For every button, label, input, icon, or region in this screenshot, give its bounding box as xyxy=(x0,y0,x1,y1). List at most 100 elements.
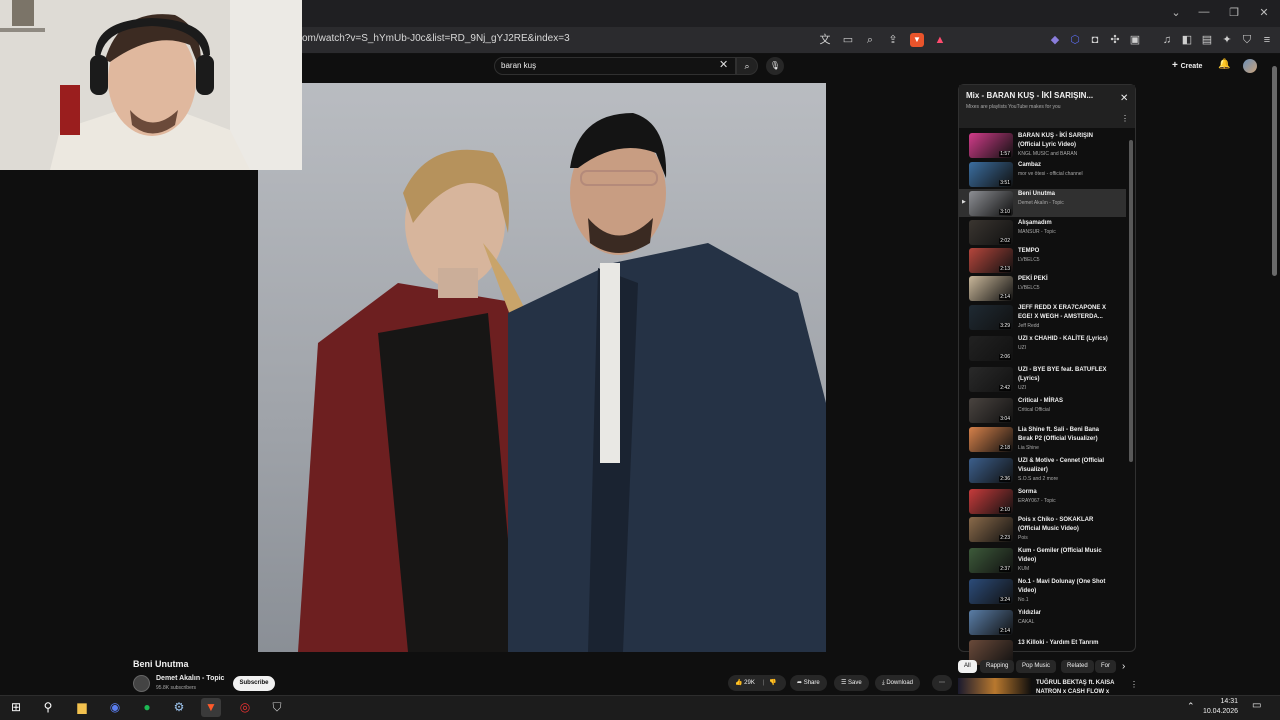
chip-rapping[interactable]: Rapping xyxy=(980,660,1015,673)
sidebar-icon[interactable]: ◧ xyxy=(1180,33,1194,47)
url-text[interactable]: om/watch?v=S_hYmUb-J0c&list=RD_9Nj_gYJ2R… xyxy=(302,33,570,44)
playlist-item-thumbnail[interactable]: 3:04 xyxy=(969,398,1013,423)
playlist-item-title[interactable]: Yıldızlar xyxy=(1018,609,1108,618)
channel-avatar[interactable] xyxy=(133,675,150,692)
steam-icon[interactable]: ⚙ xyxy=(169,698,189,717)
playlist-item-title[interactable]: Critical - MİRAS xyxy=(1018,397,1108,406)
playlist-item-title[interactable]: Sorma xyxy=(1018,488,1108,497)
tab-list-chevron-icon[interactable]: ⌄ xyxy=(1168,6,1184,19)
playlist-item-thumbnail[interactable]: 2:13 xyxy=(969,248,1013,273)
close-window-icon[interactable]: ✕ xyxy=(1256,6,1272,19)
playlist-item-thumbnail[interactable]: 2:10 xyxy=(969,489,1013,514)
playlist-item-title[interactable]: UZI - BYE BYE feat. BATUFLEX (Lyrics) xyxy=(1018,366,1108,384)
maximize-icon[interactable]: ❐ xyxy=(1226,6,1242,19)
chip-pop-music[interactable]: Pop Music xyxy=(1016,660,1057,673)
playlist-item-thumbnail[interactable]: 3:10 xyxy=(969,191,1013,216)
playlist-item[interactable]: 2:06 UZI x CHAHID - KALİTE (Lyrics) UZI xyxy=(959,334,1126,362)
playlist-item-thumbnail[interactable]: 2:18 xyxy=(969,427,1013,452)
playlist-title[interactable]: Mix - BARAN KUŞ - İKİ SARIŞIN... xyxy=(966,91,1106,100)
playlist-item-thumbnail[interactable]: 2:02 xyxy=(969,220,1013,245)
channel-name[interactable]: Demet Akalın - Topic xyxy=(156,675,224,682)
playlist-item[interactable]: 3:51 Cambaz mor ve ötesi - official channe… xyxy=(959,160,1126,188)
taskbar-search-icon[interactable]: ⚲ xyxy=(38,698,58,717)
playlist-item-thumbnail[interactable]: 2:36 xyxy=(969,458,1013,483)
sparkle-icon[interactable]: ✦ xyxy=(1220,33,1234,47)
playlist-item-title[interactable]: Kum - Gemiler (Official Music Video) xyxy=(1018,547,1108,565)
playlist-item-title[interactable]: Alışamadım xyxy=(1018,219,1108,228)
notification-center-icon[interactable]: ▭ xyxy=(1252,700,1261,711)
playlist-item-thumbnail[interactable]: 2:14 xyxy=(969,276,1013,301)
shield-vpn-icon[interactable]: ⛉ xyxy=(1240,33,1254,47)
playlist-item[interactable]: 3:24 No.1 - Mavi Dolunay (One Shot Video)… xyxy=(959,577,1126,605)
playlist-item-title[interactable]: Lia Shine ft. Sali - Beni Bana Bırak P2 … xyxy=(1018,426,1108,444)
screenshot-icon[interactable]: ▣ xyxy=(1128,33,1142,47)
playlist-item[interactable]: 3:04 Critical - MİRAS Critical Official xyxy=(959,396,1126,424)
playlist-item-title[interactable]: UZI & Motive - Cennet (Official Visualiz… xyxy=(1018,457,1108,475)
playlist-item[interactable]: 3:29 JEFF REDD X ERA7CAPONE X EGE! X WEGH… xyxy=(959,303,1126,331)
create-button[interactable]: + Create xyxy=(1172,60,1202,71)
translate-icon[interactable]: 文 xyxy=(818,33,832,47)
download-button[interactable]: ⤓ Download xyxy=(875,675,921,691)
leo-ai-icon[interactable]: ◆ xyxy=(1048,33,1062,47)
chip-for[interactable]: For xyxy=(1095,660,1116,673)
playlist-item[interactable]: 2:36 UZI & Motive - Cennet (Official Visu… xyxy=(959,456,1126,484)
playlist-item-thumbnail[interactable]: 1:57 xyxy=(969,133,1013,158)
video-player[interactable] xyxy=(258,83,826,652)
playlist-item-thumbnail[interactable]: 2:06 xyxy=(969,336,1013,361)
related-thumbnail[interactable] xyxy=(958,678,1032,694)
playlist-item[interactable]: 2:18 Lia Shine ft. Sali - Beni Bana Bırak… xyxy=(959,425,1126,453)
playlist-item[interactable]: 2:14 PEKİ PEKİ LVBELC5 xyxy=(959,274,1126,302)
playlist-scrollbar[interactable] xyxy=(1129,140,1133,462)
playlist-item-title[interactable]: Cambaz xyxy=(1018,161,1108,170)
brave-shield-icon[interactable]: ▼ xyxy=(910,33,924,47)
playlist-item[interactable]: 1:57 BARAN KUŞ - İKİ SARIŞIN (Official Ly… xyxy=(959,131,1126,159)
subscribe-button[interactable]: Subscribe xyxy=(233,676,275,691)
brave-browser-icon[interactable]: ▼ xyxy=(201,698,221,717)
page-scrollbar[interactable] xyxy=(1272,66,1277,276)
playlist-item-title[interactable]: Pois x Chiko - SOKAKLAR (Official Music … xyxy=(1018,516,1108,534)
playlist-item-thumbnail[interactable]: 2:37 xyxy=(969,548,1013,573)
media-music-icon[interactable]: ♫ xyxy=(1160,33,1174,47)
playlist-item[interactable]: 2:23 Pois x Chiko - SOKAKLAR (Official Mu… xyxy=(959,515,1126,543)
wallet-icon[interactable]: ▤ xyxy=(1200,33,1214,47)
playlist-item-thumbnail[interactable]: 3:51 xyxy=(969,162,1013,187)
search-input[interactable]: baran kuş xyxy=(501,61,536,70)
chips-next-chevron-icon[interactable]: › xyxy=(1122,661,1125,672)
playlist-item-thumbnail[interactable]: 2:42 xyxy=(969,367,1013,392)
playlist-item-title[interactable]: BARAN KUŞ - İKİ SARIŞIN (Official Lyric … xyxy=(1018,132,1108,150)
playlist-item-title[interactable]: TEMPO xyxy=(1018,247,1108,256)
more-actions-button[interactable]: ⋯ xyxy=(932,675,952,691)
search-button[interactable]: ⌕ xyxy=(736,57,758,75)
share-button[interactable]: ➦ Share xyxy=(790,675,827,691)
playlist-item-title[interactable]: No.1 - Mavi Dolunay (One Shot Video) xyxy=(1018,578,1108,596)
vpn-icon[interactable]: ⬡ xyxy=(1068,33,1082,47)
system-clock[interactable]: 14:31 10.04.2026 xyxy=(1198,697,1238,717)
file-explorer-icon[interactable]: ▆ xyxy=(72,698,92,717)
playlist-item[interactable]: 2:42 UZI - BYE BYE feat. BATUFLEX (Lyrics… xyxy=(959,365,1126,393)
voice-search-button[interactable]: 🎙 xyxy=(766,57,784,75)
tray-chevron-up-icon[interactable]: ⌃ xyxy=(1187,701,1195,712)
like-button[interactable]: 👍 29K | 👎 xyxy=(728,675,786,691)
share-page-icon[interactable]: ⇪ xyxy=(886,33,900,47)
related-more-icon[interactable]: ⋮ xyxy=(1130,680,1138,689)
playlist-more-icon[interactable]: ⋮ xyxy=(1121,114,1129,123)
minimize-icon[interactable]: — xyxy=(1196,6,1212,18)
menu-hamburger-icon[interactable]: ≡ xyxy=(1260,33,1274,47)
discord-like-app-icon[interactable]: ◉ xyxy=(105,698,125,717)
notifications-bell-icon[interactable]: 🔔 xyxy=(1218,59,1230,70)
playlist-item-thumbnail[interactable]: 2:23 xyxy=(969,517,1013,542)
playlist-item-title[interactable]: PEKİ PEKİ xyxy=(1018,275,1108,284)
shield-app-icon[interactable]: ⛉ xyxy=(267,698,287,717)
windows-start-icon[interactable]: ⊞ xyxy=(6,698,26,717)
zoom-icon[interactable]: ⌕ xyxy=(863,33,877,47)
playlist-item[interactable]: 2:10 Sorma ERAY067 - Topic xyxy=(959,487,1126,515)
playlist-item[interactable]: ▶ 3:10 Beni Unutma Demet Akalın - Topic xyxy=(959,189,1126,217)
playlist-item-title[interactable]: 13 Killoki - Yardım Et Tanrım xyxy=(1018,639,1108,648)
playlist-item[interactable]: 2:37 Kum - Gemiler (Official Music Video)… xyxy=(959,546,1126,574)
close-playlist-icon[interactable]: ✕ xyxy=(1120,93,1128,104)
cast-icon[interactable]: ▭ xyxy=(841,33,855,47)
brave-rewards-icon[interactable]: ▲ xyxy=(933,33,947,47)
playlist-item-title[interactable]: JEFF REDD X ERA7CAPONE X EGE! X WEGH - A… xyxy=(1018,304,1108,322)
playlist-item-title[interactable]: UZI x CHAHID - KALİTE (Lyrics) xyxy=(1018,335,1108,344)
playlist-item-thumbnail[interactable]: 3:29 xyxy=(969,305,1013,330)
